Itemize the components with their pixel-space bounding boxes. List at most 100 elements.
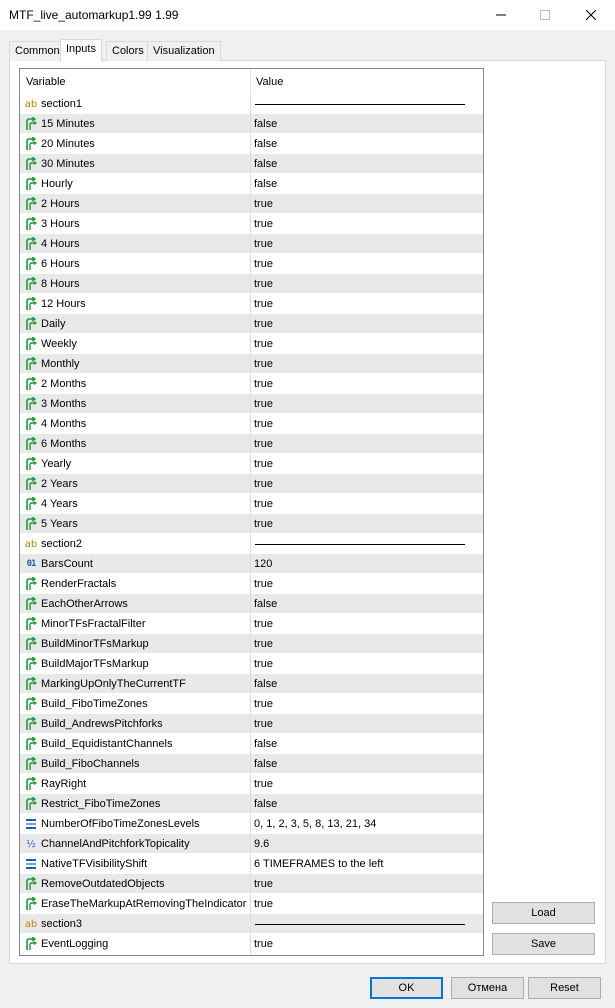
parameter-row[interactable]: Build_FiboTimeZones true — [20, 694, 483, 714]
parameter-row[interactable]: Daily true — [20, 314, 483, 334]
parameter-row[interactable]: 6 Months true — [20, 434, 483, 454]
parameter-row[interactable]: Hourly false — [20, 174, 483, 194]
parameter-value[interactable]: true — [254, 718, 273, 730]
tab-visualization[interactable]: Visualization — [147, 41, 221, 61]
parameter-value[interactable]: true — [254, 638, 273, 650]
parameter-value[interactable]: true — [254, 258, 273, 270]
parameter-value[interactable]: false — [254, 758, 277, 770]
parameter-value[interactable]: false — [254, 678, 277, 690]
parameter-value[interactable]: true — [254, 498, 273, 510]
parameter-value[interactable]: false — [254, 738, 277, 750]
minimize-button[interactable] — [478, 0, 524, 30]
parameter-row[interactable]: 30 Minutes false — [20, 154, 483, 174]
parameter-row[interactable]: 3 Months true — [20, 394, 483, 414]
parameter-row[interactable]: BuildMinorTFsMarkup true — [20, 634, 483, 654]
parameter-value[interactable]: true — [254, 458, 273, 470]
load-button[interactable]: Load — [492, 902, 595, 924]
parameter-value[interactable]: false — [254, 138, 277, 150]
parameter-row[interactable]: Build_FiboChannels false — [20, 754, 483, 774]
section-row[interactable]: ab section1 — [20, 94, 483, 114]
inputs-grid[interactable]: Variable Value ab section1 15 Minutes false… — [19, 68, 484, 956]
parameter-value[interactable]: 120 — [254, 558, 272, 570]
parameter-value[interactable]: false — [254, 598, 277, 610]
parameter-value[interactable]: 6 TIMEFRAMES to the left — [254, 858, 383, 870]
parameter-value[interactable]: true — [254, 898, 273, 910]
parameter-row[interactable]: 15 Minutes false — [20, 114, 483, 134]
parameter-value[interactable]: true — [254, 218, 273, 230]
parameter-row[interactable]: 4 Hours true — [20, 234, 483, 254]
parameter-row[interactable]: 8 Hours true — [20, 274, 483, 294]
parameter-value[interactable]: 0, 1, 2, 3, 5, 8, 13, 21, 34 — [254, 818, 376, 830]
parameter-row[interactable]: Yearly true — [20, 454, 483, 474]
parameter-row[interactable]: 6 Hours true — [20, 254, 483, 274]
parameter-row[interactable]: Build_EquidistantChannels false — [20, 734, 483, 754]
section-row[interactable]: ab section2 — [20, 534, 483, 554]
tab-colors[interactable]: Colors — [106, 41, 150, 61]
parameter-value[interactable]: true — [254, 298, 273, 310]
parameter-row[interactable]: MarkingUpOnlyTheCurrentTF false — [20, 674, 483, 694]
parameter-row[interactable]: 01 BarsCount 120 — [20, 554, 483, 574]
parameter-value[interactable]: true — [254, 658, 273, 670]
column-separator — [250, 754, 251, 774]
parameter-row[interactable]: Build_AndrewsPitchforks true — [20, 714, 483, 734]
parameter-value[interactable]: true — [254, 578, 273, 590]
parameter-row[interactable]: 4 Months true — [20, 414, 483, 434]
parameter-row[interactable]: BuildMajorTFsMarkup true — [20, 654, 483, 674]
ok-button[interactable]: OK — [370, 977, 443, 999]
parameter-row[interactable]: MinorTFsFractalFilter true — [20, 614, 483, 634]
close-button[interactable] — [568, 0, 614, 30]
parameter-row[interactable]: 2 Hours true — [20, 194, 483, 214]
parameter-row[interactable]: 20 Minutes false — [20, 134, 483, 154]
parameter-row[interactable]: NativeTFVisibilityShift 6 TIMEFRAMES to t… — [20, 854, 483, 874]
parameter-value[interactable]: true — [254, 478, 273, 490]
parameter-value[interactable]: true — [254, 338, 273, 350]
parameter-value[interactable]: false — [254, 118, 277, 130]
tab-inputs[interactable]: Inputs — [60, 39, 102, 62]
parameter-value[interactable]: true — [254, 238, 273, 250]
parameter-value[interactable]: true — [254, 358, 273, 370]
parameter-value[interactable]: true — [254, 398, 273, 410]
parameter-value[interactable]: true — [254, 618, 273, 630]
parameter-row[interactable]: ½ ChannelAndPitchforkTopicality 9.6 — [20, 834, 483, 854]
parameter-value[interactable]: true — [254, 878, 273, 890]
parameter-row[interactable]: RayRight true — [20, 774, 483, 794]
parameter-value[interactable]: true — [254, 518, 273, 530]
parameter-value[interactable]: true — [254, 938, 273, 950]
parameter-value[interactable]: false — [254, 158, 277, 170]
parameter-row[interactable]: Monthly true — [20, 354, 483, 374]
parameter-row[interactable]: 12 Hours true — [20, 294, 483, 314]
parameter-row[interactable]: 2 Months true — [20, 374, 483, 394]
parameter-value[interactable]: true — [254, 318, 273, 330]
parameter-value[interactable]: true — [254, 198, 273, 210]
parameter-row[interactable]: 3 Hours true — [20, 214, 483, 234]
parameter-row[interactable]: RenderFractals true — [20, 574, 483, 594]
parameter-row[interactable]: NumberOfFiboTimeZonesLevels 0, 1, 2, 3, 5… — [20, 814, 483, 834]
column-divider[interactable] — [250, 69, 251, 93]
parameter-row[interactable]: Restrict_FiboTimeZones false — [20, 794, 483, 814]
parameter-row[interactable]: Weekly true — [20, 334, 483, 354]
parameter-row[interactable]: EachOtherArrows false — [20, 594, 483, 614]
parameter-value[interactable]: true — [254, 378, 273, 390]
parameter-row[interactable]: EventLogging true — [20, 934, 483, 954]
parameter-value[interactable]: true — [254, 778, 273, 790]
parameter-value[interactable]: true — [254, 438, 273, 450]
reset-button[interactable]: Reset — [528, 977, 601, 999]
parameter-name: NumberOfFiboTimeZonesLevels — [41, 818, 200, 830]
parameter-row[interactable]: 2 Years true — [20, 474, 483, 494]
parameter-row[interactable]: 5 Years true — [20, 514, 483, 534]
section-row[interactable]: ab section3 — [20, 914, 483, 934]
parameter-value[interactable]: true — [254, 418, 273, 430]
parameter-row[interactable]: 4 Years true — [20, 494, 483, 514]
parameter-value[interactable]: false — [254, 178, 277, 190]
save-button[interactable]: Save — [492, 933, 595, 955]
parameter-value[interactable]: false — [254, 798, 277, 810]
parameter-row[interactable]: EraseTheMarkupAtRemovingTheIndicator true — [20, 894, 483, 914]
column-header-variable[interactable]: Variable — [26, 76, 66, 88]
parameter-value[interactable]: true — [254, 278, 273, 290]
parameter-row[interactable]: RemoveOutdatedObjects true — [20, 874, 483, 894]
parameter-value[interactable]: true — [254, 698, 273, 710]
column-header-value[interactable]: Value — [256, 76, 283, 88]
parameter-value[interactable]: 9.6 — [254, 838, 269, 850]
tab-common[interactable]: Common — [9, 41, 66, 61]
cancel-button[interactable]: Отмена — [451, 977, 524, 999]
